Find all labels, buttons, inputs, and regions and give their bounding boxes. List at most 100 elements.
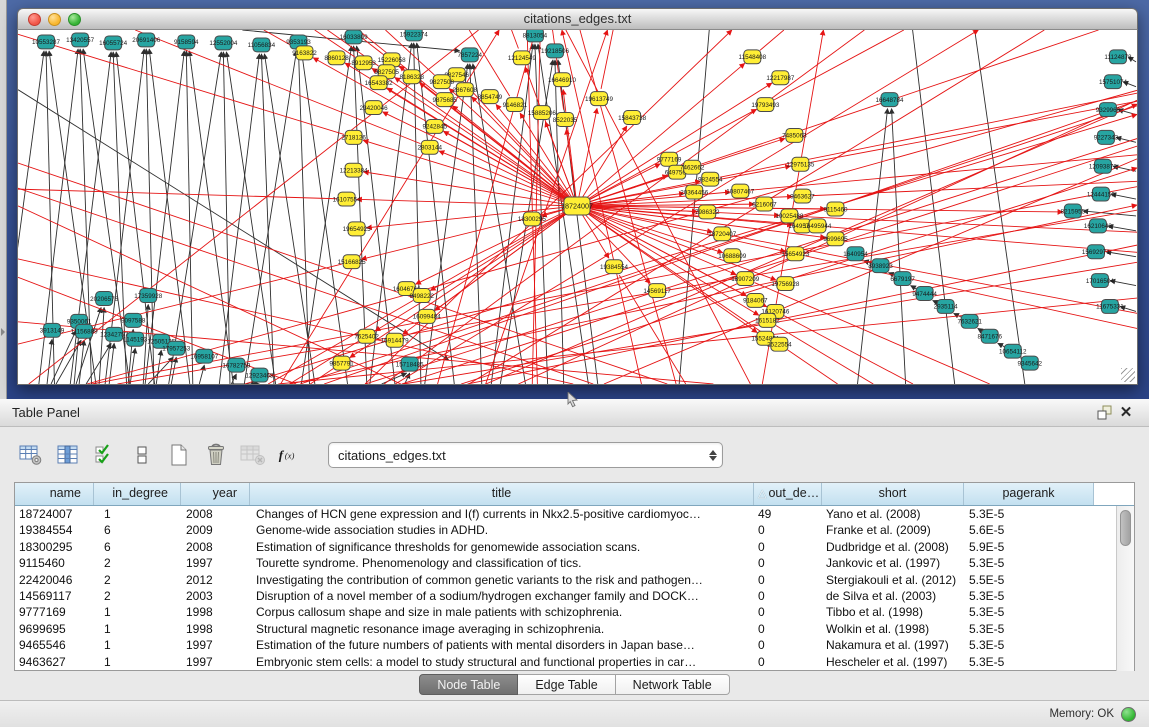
graph-node[interactable]: 12213384 (340, 163, 368, 177)
resize-grip-icon[interactable] (1121, 368, 1135, 382)
float-panel-icon[interactable] (1093, 403, 1115, 423)
table-row[interactable]: 946362711997Embryonic stem cells: a mode… (15, 654, 1134, 670)
select-rows-icon[interactable] (92, 442, 118, 468)
delete-file-icon[interactable] (203, 442, 229, 468)
graph-node[interactable]: 2803144 (417, 140, 442, 154)
graph-node[interactable]: 9158594 (174, 35, 199, 49)
table-row[interactable]: 977716911998Corpus callosum shape and si… (15, 604, 1134, 620)
graph-node[interactable]: 9875685 (433, 93, 458, 107)
graph-node[interactable]: 2867608 (453, 83, 478, 97)
graph-node[interactable]: 8522035 (553, 113, 578, 127)
table-row[interactable]: 911546021997Tourette syndrome. Phenomeno… (15, 555, 1134, 571)
graph-node[interactable]: 18720407 (708, 227, 736, 241)
graph-node[interactable]: 1640954 (843, 247, 868, 261)
table-row[interactable]: 1872400712008Changes of HCN gene express… (15, 506, 1134, 522)
graph-node[interactable]: 1145193 (123, 332, 148, 346)
graph-node[interactable]: 7632621 (957, 314, 982, 328)
graph-node[interactable]: 19756928 (771, 277, 799, 291)
zoom-window-icon[interactable] (68, 13, 81, 26)
graph-node[interactable]: 9463627 (790, 189, 815, 203)
close-panel-icon[interactable]: ✕ (1115, 403, 1137, 423)
column-header-title[interactable]: title (250, 483, 754, 505)
graph-node[interactable]: 15922374 (400, 30, 428, 41)
column-header-year[interactable]: year (181, 483, 250, 505)
graph-node[interactable]: 2522554 (767, 337, 792, 351)
dropdown-stepper-icon[interactable] (704, 443, 722, 467)
memory-ok-indicator[interactable] (1121, 707, 1136, 722)
left-splitter[interactable] (0, 0, 7, 399)
graph-node[interactable]: 17016504 (1086, 274, 1114, 288)
graph-node[interactable]: 18724007 (561, 197, 593, 215)
network-window-titlebar[interactable]: citations_edges.txt (17, 8, 1138, 30)
network-canvas[interactable]: 10553287 13420557 16055724 20691406 9158594 1… (17, 30, 1138, 385)
graph-node[interactable]: 20691406 (132, 33, 160, 47)
close-window-icon[interactable] (28, 13, 41, 26)
table-row[interactable]: 1456911722003Disruption of a novel membe… (15, 588, 1134, 604)
column-header-name[interactable]: name (15, 483, 94, 505)
graph-node[interactable]: 8912953 (351, 56, 376, 70)
table-select-dropdown[interactable]: citations_edges.txt (328, 442, 723, 468)
splitter-collapse-icon[interactable] (1, 328, 5, 336)
graph-node[interactable]: 9777169 (657, 152, 682, 166)
graph-node[interactable]: 8854749 (478, 90, 503, 104)
graph-node[interactable]: 12217987 (766, 71, 794, 85)
merge-rows-icon[interactable] (129, 442, 155, 468)
column-header-in_degree[interactable]: in_degree (94, 483, 181, 505)
table-settings-icon[interactable] (18, 442, 44, 468)
graph-node[interactable]: 10553287 (32, 35, 60, 49)
formula-builder-icon[interactable]: f(x) (277, 442, 303, 468)
graph-node[interactable]: 6216067 (752, 197, 777, 211)
graph-node[interactable]: 11056834 (248, 38, 276, 52)
graph-node[interactable]: 19613749 (585, 92, 613, 106)
table-row[interactable]: 2242004622012Investigating the contribut… (15, 572, 1134, 588)
delete-table-icon[interactable] (240, 442, 266, 468)
graph-node[interactable]: 8813054 (523, 30, 548, 42)
graph-node[interactable]: 16648784 (876, 93, 904, 107)
graph-node[interactable]: 7485063 (782, 128, 807, 142)
graph-node[interactable]: 15692971 (1082, 245, 1110, 259)
tab-network-table[interactable]: Network Table (616, 674, 730, 695)
graph-node[interactable]: 9699695 (823, 232, 848, 246)
graph-node[interactable]: 15751074 (1099, 75, 1127, 89)
table-row[interactable]: 1938455462009Genome-wide association stu… (15, 522, 1134, 538)
graph-node[interactable]: 9824554 (698, 172, 723, 186)
graph-node[interactable]: 11548408 (739, 50, 767, 64)
graph-node[interactable]: 7986322 (695, 205, 720, 219)
vertical-scrollbar[interactable] (1116, 506, 1134, 671)
graph-node[interactable]: 11124873 (1104, 50, 1132, 64)
graph-node[interactable]: 14569117 (643, 284, 671, 298)
graph-node[interactable]: 16107554 (333, 192, 361, 206)
column-header-out_de[interactable]: △out_de… (754, 483, 822, 505)
graph-node[interactable]: 16055724 (99, 36, 127, 50)
graph-node[interactable]: 7625402 (354, 329, 379, 343)
graph-node[interactable]: 20364456 (680, 185, 708, 199)
graph-node[interactable]: 9146821 (503, 98, 528, 112)
minimize-window-icon[interactable] (48, 13, 61, 26)
graph-node[interactable]: 2935114 (934, 299, 959, 313)
graph-node[interactable]: 16099484 (413, 309, 441, 323)
graph-node[interactable]: 12923468 (245, 368, 273, 382)
table-row[interactable]: 946554611997Estimation of the future num… (15, 637, 1134, 653)
column-edit-icon[interactable] (55, 442, 81, 468)
graph-node[interactable]: 8471676 (977, 329, 1002, 343)
graph-node[interactable]: 10807467 (726, 184, 754, 198)
graph-node[interactable]: 9345642 (1018, 356, 1043, 370)
graph-node[interactable]: 12552004 (209, 36, 237, 50)
new-file-icon[interactable] (166, 442, 192, 468)
graph-node[interactable]: 2718126 (341, 130, 366, 144)
column-header-short[interactable]: short (822, 483, 964, 505)
scrollbar-thumb[interactable] (1120, 510, 1131, 546)
column-header-pagerank[interactable]: pagerank (964, 483, 1094, 505)
graph-node[interactable]: 15843738 (618, 111, 646, 125)
graph-node[interactable]: 7462662 (680, 160, 705, 174)
graph-node[interactable]: 18300295 (518, 212, 546, 226)
graph-node[interactable]: 12093872 (1089, 159, 1117, 173)
table-row[interactable]: 969969511998Structural magnetic resonanc… (15, 621, 1134, 637)
graph-node[interactable]: 12444150 (1087, 187, 1115, 201)
graph-node[interactable]: 9474444 (912, 287, 937, 301)
graph-node[interactable]: 7857224 (458, 48, 483, 62)
graph-node[interactable]: 19384554 (600, 260, 628, 274)
network-view-window[interactable]: citations_edges.txt 10553287 13420557 1605… (17, 8, 1138, 385)
graph-node[interactable]: 13420557 (66, 33, 94, 47)
graph-node[interactable]: 8938923 (868, 259, 893, 273)
